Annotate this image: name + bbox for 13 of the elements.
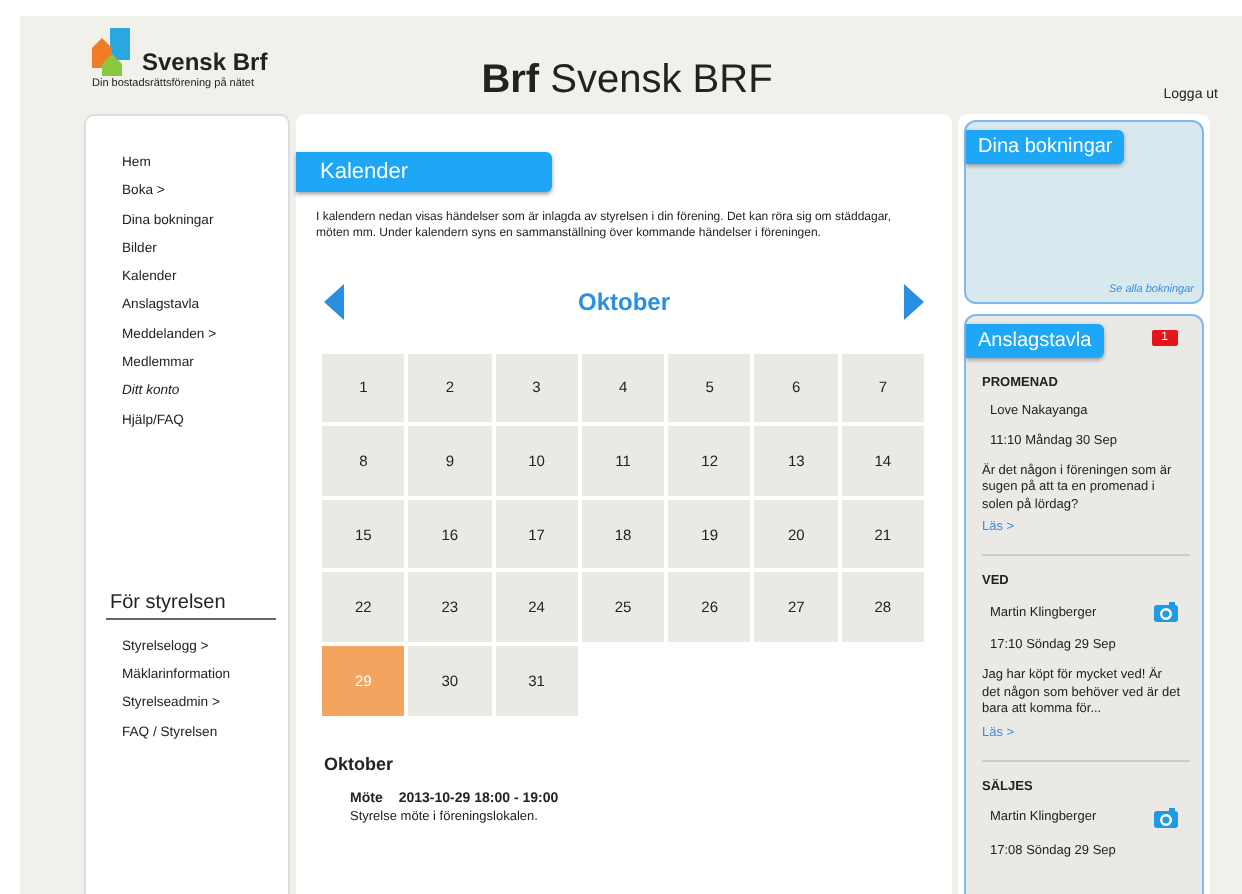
previous-arrow-icon[interactable] xyxy=(324,283,344,320)
camera-icon xyxy=(1154,602,1178,623)
card-heading: Anslagstavla xyxy=(966,324,1104,358)
board-section-title: För styrelsen xyxy=(106,591,276,620)
houses-logo-icon xyxy=(92,28,136,76)
month-title: Oktober xyxy=(577,287,670,316)
events-month: Oktober xyxy=(324,753,396,774)
section-heading: Kalender xyxy=(296,152,552,192)
camera-icon xyxy=(1154,807,1178,828)
logo-name: Svensk Brf xyxy=(142,48,268,76)
site-title: Brf Svensk BRF xyxy=(481,58,773,104)
next-arrow-icon[interactable] xyxy=(903,283,924,320)
card-heading: Dina bokningar xyxy=(966,130,1125,164)
